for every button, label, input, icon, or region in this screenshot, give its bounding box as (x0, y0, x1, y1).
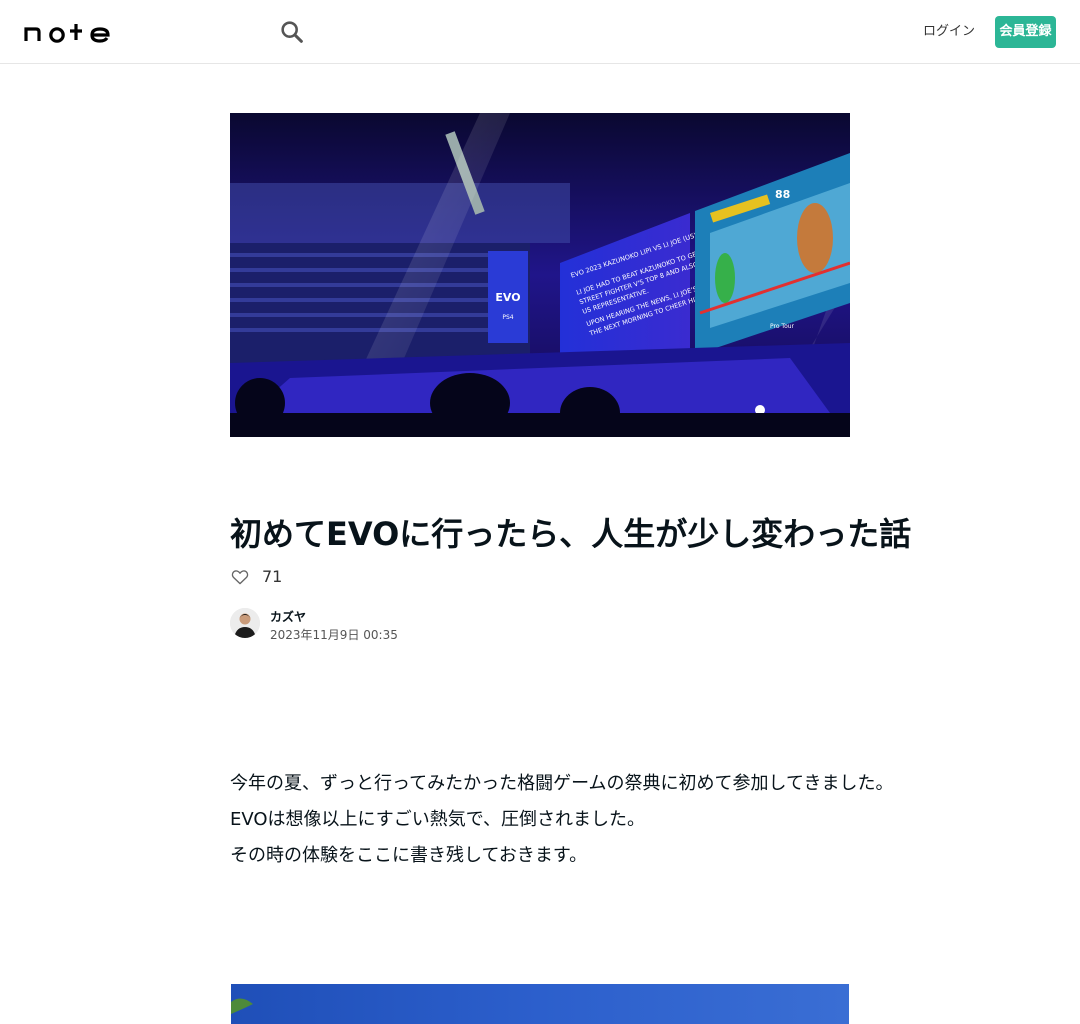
note-logo[interactable]: note (24, 20, 124, 44)
stage-text: Pro Tour (770, 323, 795, 330)
site-header: note ログイン 会員登録 (0, 0, 1080, 64)
evo-banner-sub: PS4 (502, 314, 513, 321)
evo-banner-logo: EVO (495, 291, 520, 304)
paragraph: EVOは想像以上にすごい熱気で、圧倒されました。 (230, 809, 645, 830)
paragraph: その時の体験をここに書き残しておきます。 (230, 845, 588, 866)
heart-icon[interactable] (230, 567, 250, 587)
article-body: 今年の夏、ずっと行ってみたかった格闘ゲームの祭典に初めて参加してきました。 EV… (230, 766, 894, 874)
paragraph: 今年の夏、ずっと行ってみたかった格闘ゲームの祭典に初めて参加してきました。 (230, 773, 894, 794)
post-date: 2023年11月9日 00:35 (270, 628, 398, 642)
article-image (231, 984, 849, 1024)
hero-image: EVO PS4 EVO 2023 KAZUNOKO LIPI VS LI JOE… (230, 113, 850, 437)
article-title: 初めてEVOに行ったら、人生が少し変わった話 (230, 515, 912, 553)
like-count: 71 (262, 567, 283, 586)
signup-button[interactable]: 会員登録 (995, 16, 1056, 48)
author-name[interactable]: カズヤ (270, 608, 306, 625)
hud-timer: 88 (775, 188, 790, 201)
search-icon[interactable] (278, 18, 306, 46)
avatar[interactable] (230, 608, 260, 638)
evo-stage-photo: EVO PS4 EVO 2023 KAZUNOKO LIPI VS LI JOE… (230, 113, 850, 437)
login-link[interactable]: ログイン (922, 16, 976, 48)
